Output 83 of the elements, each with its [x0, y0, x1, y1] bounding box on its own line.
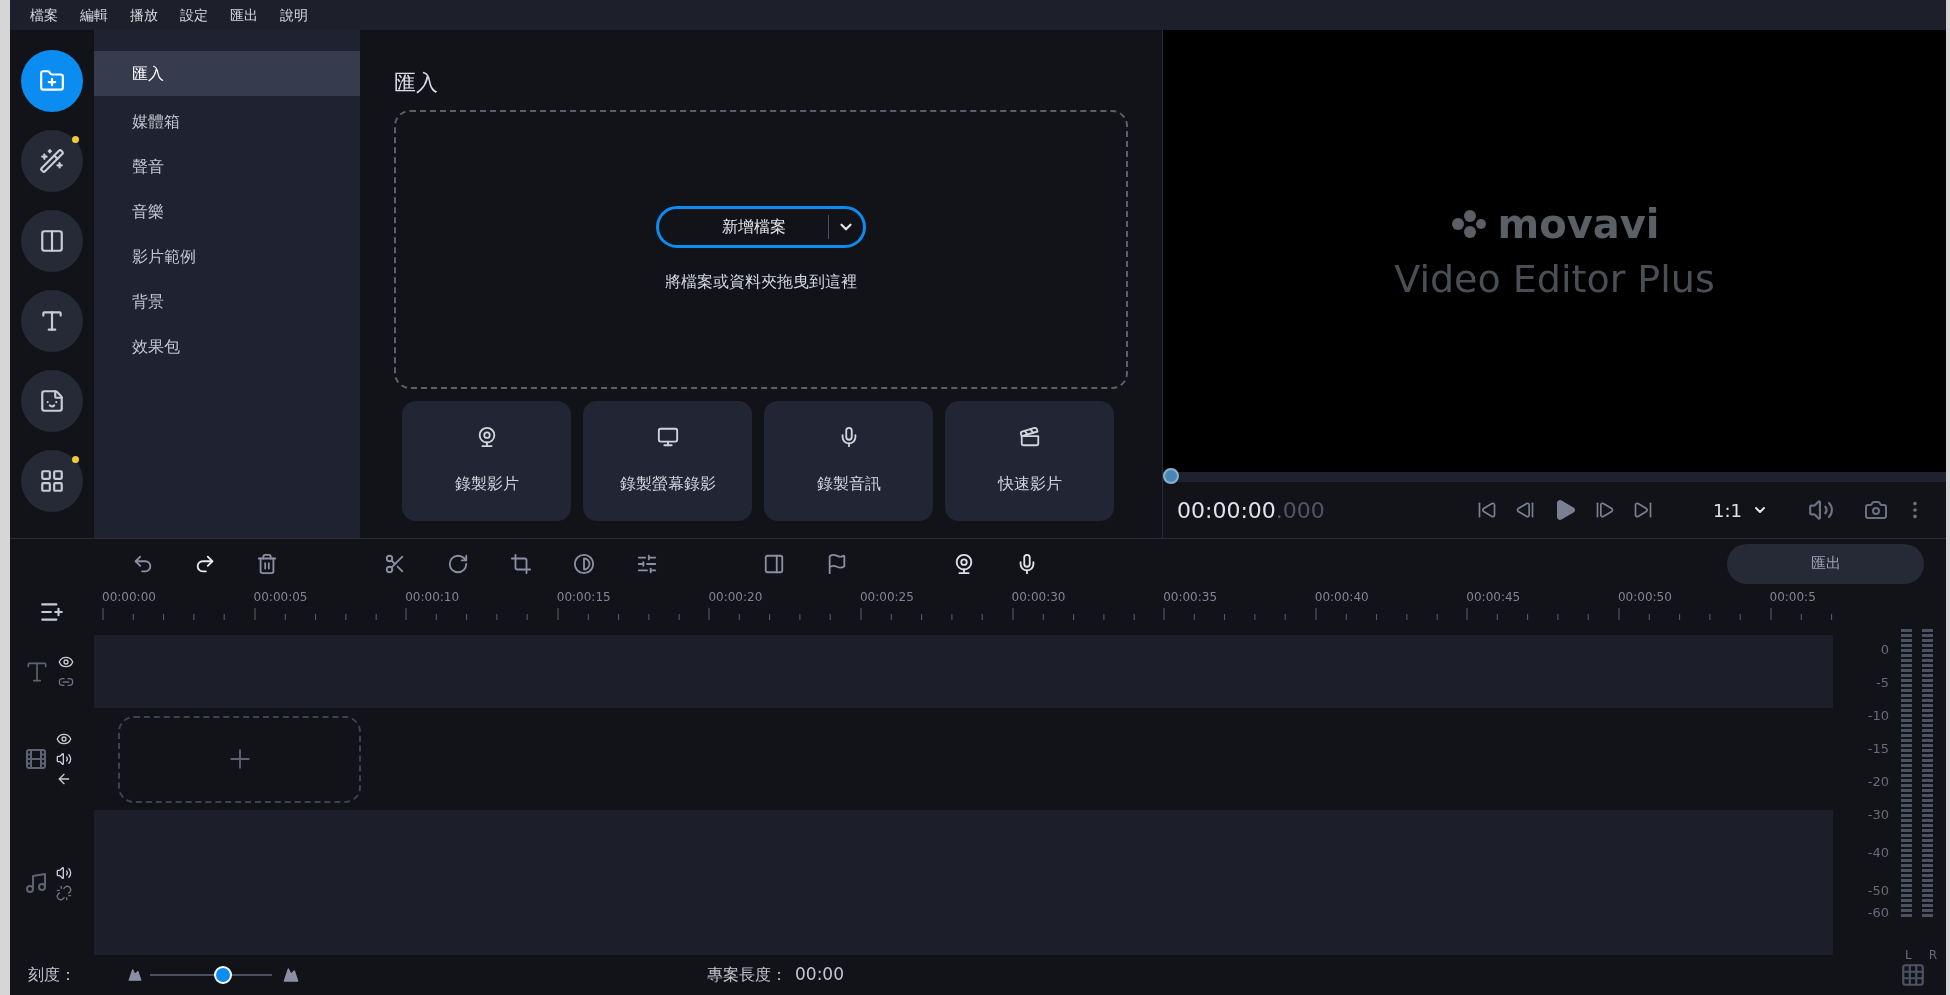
menu-item[interactable]: 設定 — [180, 4, 208, 26]
drop-zone[interactable]: 新增檔案 將檔案或資料夾拖曳到這裡 — [394, 110, 1128, 389]
speaker-icon[interactable] — [56, 864, 72, 881]
slider-thumb[interactable] — [214, 966, 233, 984]
ruler-label: 00:00:20 — [708, 589, 763, 606]
product-name: Video Editor Plus — [1394, 260, 1715, 298]
add-clip-placeholder[interactable] — [118, 715, 361, 803]
scissors-icon[interactable] — [384, 552, 406, 575]
project-length-label: 專案長度： — [707, 964, 787, 986]
zoom-dropdown[interactable]: 1:1 — [1713, 496, 1768, 524]
meter-scale-label: -5 — [1876, 676, 1889, 692]
folder-plus-icon — [39, 68, 65, 94]
timecode: 00:00:00.000 — [1177, 496, 1326, 525]
menu-item[interactable]: 播放 — [130, 4, 158, 26]
sliders-icon[interactable] — [636, 552, 658, 575]
magic-wand-icon — [39, 148, 65, 174]
category-item[interactable]: 影片範例 — [94, 234, 360, 279]
crop-icon[interactable] — [510, 552, 532, 575]
arrow-left-icon[interactable] — [56, 771, 72, 787]
ruler-label: 00:00:50 — [1617, 589, 1672, 606]
ruler-label: 00:00:35 — [1163, 589, 1218, 606]
monitor-icon — [656, 426, 679, 448]
meter-scale-label: -10 — [1867, 709, 1889, 725]
record-button[interactable]: 錄製螢幕錄影 — [583, 401, 752, 521]
split-panel-icon — [39, 228, 65, 254]
drop-hint: 將檔案或資料夾拖曳到這裡 — [665, 270, 857, 293]
skip-back-icon[interactable] — [1477, 500, 1497, 520]
ruler-label: 00:00:05 — [253, 589, 308, 606]
record-button[interactable]: 快速影片 — [945, 401, 1114, 521]
step-forward-icon[interactable] — [1595, 500, 1615, 520]
speaker-icon[interactable] — [56, 751, 72, 767]
menu-item[interactable]: 檔案 — [30, 4, 58, 26]
grid-icon — [39, 468, 65, 494]
ruler-label: 00:00:15 — [556, 589, 611, 606]
trash-icon[interactable] — [256, 552, 278, 575]
brand-logo: movavi — [1497, 204, 1660, 244]
record-button[interactable]: 錄製音訊 — [764, 401, 933, 521]
ruler-label: 00:00:25 — [859, 589, 914, 606]
scale-label: 刻度： — [28, 964, 77, 986]
meter-scale-label: -40 — [1867, 846, 1889, 862]
meter-scale-label: -60 — [1867, 906, 1889, 922]
ruler-label: 00:00:00 — [102, 589, 156, 606]
menu-item[interactable]: 匯出 — [230, 4, 258, 26]
panel-title: 匯入 — [394, 69, 439, 97]
meter-scale-label: 0 — [1880, 643, 1889, 659]
export-button[interactable]: 匯出 — [1727, 543, 1924, 584]
category-item[interactable]: 背景 — [94, 279, 360, 324]
ruler-label: 00:00:40 — [1314, 589, 1369, 606]
meter-scale-label: -30 — [1867, 808, 1889, 824]
add-files-button[interactable]: 新增檔案 — [656, 205, 866, 248]
logo-dots-icon — [1449, 209, 1488, 239]
time-ruler[interactable]: 00:00:00 00:00:05 00:00:10 00:00:15 00:00:20 00:00:25 00:00:30 00:00:35 00:00:40 00:00:45 00:00:50 00:00:5 — [94, 588, 1833, 635]
category-item[interactable]: 匯入 — [94, 51, 360, 96]
contrast-icon[interactable] — [573, 552, 595, 575]
project-length: 00:00 — [795, 963, 844, 987]
category-item[interactable]: 效果包 — [94, 324, 360, 369]
meter-scale-label: -50 — [1867, 884, 1889, 900]
meter-scale-label: -15 — [1867, 742, 1889, 758]
meter-scale-label: -20 — [1867, 775, 1889, 791]
category-item[interactable]: 媒體箱 — [94, 99, 360, 144]
channel-label: L — [1905, 947, 1912, 964]
ruler-label: 00:00:10 — [405, 589, 460, 606]
skip-forward-icon[interactable] — [1633, 500, 1653, 520]
flag-icon[interactable] — [826, 552, 848, 575]
panel-icon[interactable] — [763, 552, 785, 575]
menu-item[interactable]: 說明 — [280, 4, 308, 26]
camera-icon[interactable] — [1863, 498, 1888, 522]
ruler-label: 00:00:30 — [1011, 589, 1066, 606]
scale-slider[interactable] — [150, 966, 272, 984]
step-back-icon[interactable] — [1515, 500, 1535, 520]
sticker-icon — [39, 388, 65, 414]
rotate-icon[interactable] — [447, 552, 469, 575]
menu-item[interactable]: 編輯 — [80, 4, 108, 26]
eye-icon[interactable] — [56, 731, 72, 747]
category-item[interactable]: 音樂 — [94, 189, 360, 234]
ruler-label: 00:00:45 — [1466, 589, 1521, 606]
channel-label: R — [1928, 947, 1938, 964]
text-icon — [39, 308, 65, 334]
webcam-icon[interactable] — [953, 552, 975, 575]
ruler-label: 00:00:5 — [1769, 589, 1816, 606]
record-button[interactable]: 錄製影片 — [402, 401, 571, 521]
category-item[interactable]: 聲音 — [94, 144, 360, 189]
unlink-icon[interactable] — [56, 884, 72, 901]
